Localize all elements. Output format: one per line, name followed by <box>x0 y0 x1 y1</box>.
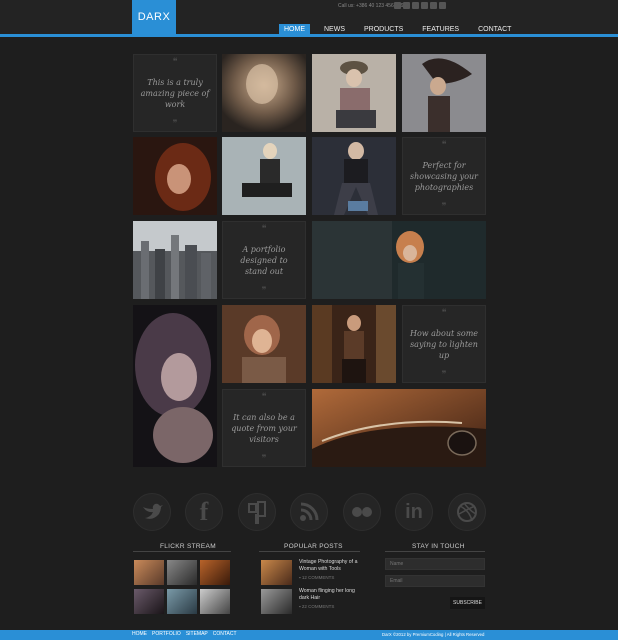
flickr-icon[interactable] <box>343 493 381 531</box>
quote-close-icon: ❞ <box>441 202 447 212</box>
quote-close-icon: ❞ <box>441 370 447 380</box>
portfolio-photo[interactable] <box>312 305 396 383</box>
portfolio-photo[interactable] <box>222 54 306 132</box>
flickr-thumb[interactable] <box>167 589 197 614</box>
quote-open-icon: ❝ <box>172 57 178 67</box>
portfolio-photo[interactable] <box>402 54 486 132</box>
quote-tile: ❝ This is a truly amazing piece of work … <box>133 54 217 132</box>
footer-link-home[interactable]: HOME <box>132 631 147 637</box>
forrst-icon[interactable] <box>238 493 276 531</box>
mini-facebook-icon[interactable] <box>394 2 401 9</box>
subscribe-button[interactable]: SUBSCRIBE <box>450 597 485 609</box>
portfolio-photo[interactable] <box>222 305 306 383</box>
portfolio-photo[interactable] <box>312 389 486 467</box>
divider <box>385 551 485 552</box>
portfolio-photo[interactable] <box>133 221 217 299</box>
divider <box>259 551 360 552</box>
stay-in-touch-title: STAY IN TOUCH <box>412 543 465 550</box>
quote-tile: ❝ Perfect for showcasing your photograph… <box>402 137 486 215</box>
main-nav: HOME NEWS PRODUCTS FEATURES CONTACT <box>279 24 525 35</box>
copyright-text: DarX ©2012 by PremiumCoding | All Rights… <box>382 632 485 637</box>
quote-tile: ❝ How about some saying to lighten up ❞ <box>402 305 486 383</box>
header-social-icons <box>394 2 446 9</box>
portfolio-photo[interactable] <box>133 305 217 467</box>
quote-tile: ❝ A portfolio designed to stand out ❞ <box>222 221 306 299</box>
facebook-icon[interactable]: f <box>185 493 223 531</box>
email-input[interactable] <box>385 575 485 587</box>
footer-link-portfolio[interactable]: PORTFOLIO <box>152 631 181 637</box>
portfolio-photo[interactable] <box>133 137 217 215</box>
portfolio-photo[interactable] <box>312 54 396 132</box>
mini-twitter-icon[interactable] <box>403 2 410 9</box>
quote-tile: ❝ It can also be a quote from your visit… <box>222 389 306 467</box>
quote-text: It can also be a quote from your visitor… <box>231 412 297 444</box>
post-thumb[interactable] <box>261 560 292 585</box>
mini-email-icon[interactable] <box>430 2 437 9</box>
mini-flickr-icon[interactable] <box>421 2 428 9</box>
quote-text: A portfolio designed to stand out <box>240 244 288 276</box>
dribbble-icon[interactable] <box>448 493 486 531</box>
footer-nav: HOME PORTFOLIO SITEMAP CONTACT <box>132 631 237 637</box>
quote-open-icon: ❝ <box>441 140 447 150</box>
quote-text: Perfect for showcasing your photographie… <box>410 160 478 192</box>
post-title[interactable]: Vintage Photography of a Woman with Tool… <box>299 559 361 573</box>
flickr-thumb[interactable] <box>200 560 230 585</box>
divider <box>133 551 231 552</box>
nav-news[interactable]: NEWS <box>319 24 350 35</box>
mini-vimeo-icon[interactable] <box>412 2 419 9</box>
flickr-thumb[interactable] <box>134 589 164 614</box>
quote-open-icon: ❝ <box>261 224 267 234</box>
nav-features[interactable]: FEATURES <box>417 24 464 35</box>
mini-rss-icon[interactable] <box>439 2 446 9</box>
post-title[interactable]: Woman flinging her long dark Hair <box>299 588 361 602</box>
post-comments: ▪ 12 COMMENTS <box>299 575 335 580</box>
portfolio-photo[interactable] <box>222 137 306 215</box>
nav-products[interactable]: PRODUCTS <box>359 24 408 35</box>
post-thumb[interactable] <box>261 589 292 614</box>
linkedin-icon[interactable]: in <box>395 493 433 531</box>
quote-text: This is a truly amazing piece of work <box>140 77 210 109</box>
flickr-thumb[interactable] <box>134 560 164 585</box>
footer-bar: HOME PORTFOLIO SITEMAP CONTACT DarX ©201… <box>0 630 618 640</box>
twitter-icon[interactable] <box>133 493 171 531</box>
portfolio-photo[interactable] <box>312 221 486 299</box>
quote-text: How about some saying to lighten up <box>409 328 479 360</box>
quote-close-icon: ❞ <box>261 286 267 296</box>
quote-open-icon: ❝ <box>261 392 267 402</box>
quote-close-icon: ❞ <box>172 119 178 129</box>
flickr-thumb[interactable] <box>167 560 197 585</box>
footer-link-sitemap[interactable]: SITEMAP <box>186 631 208 637</box>
flickr-title: FLICKR STREAM <box>160 543 216 550</box>
name-input[interactable] <box>385 558 485 570</box>
flickr-thumb[interactable] <box>200 589 230 614</box>
quote-close-icon: ❞ <box>261 454 267 464</box>
quote-open-icon: ❝ <box>441 308 447 318</box>
popular-posts-title: POPULAR POSTS <box>284 543 343 550</box>
footer-link-contact[interactable]: CONTACT <box>213 631 237 637</box>
nav-home[interactable]: HOME <box>279 24 310 35</box>
post-comments: ▪ 22 COMMENTS <box>299 604 335 609</box>
rss-icon[interactable] <box>290 493 328 531</box>
site-logo[interactable]: DARX <box>132 0 176 34</box>
portfolio-photo[interactable] <box>312 137 396 215</box>
nav-contact[interactable]: CONTACT <box>473 24 516 35</box>
